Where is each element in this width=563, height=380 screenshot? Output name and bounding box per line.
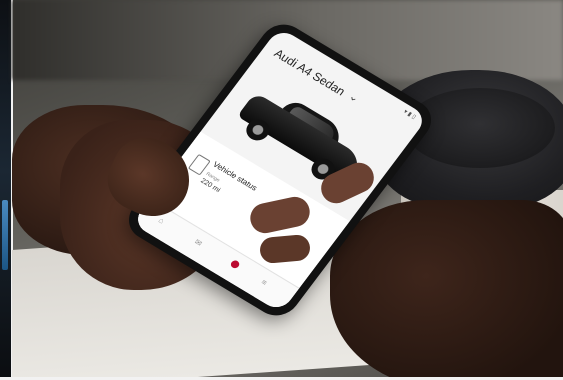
right-hand <box>330 200 563 380</box>
chevron-down-icon[interactable]: ⌄ <box>346 90 362 105</box>
status-bar: ▾ ▮ ▯ <box>402 109 417 121</box>
location-icon[interactable] <box>229 259 241 270</box>
home-icon[interactable]: ⌂ <box>157 216 167 226</box>
photo-scene: ▾ ▮ ▯ Audi A4 Sedan ⌄ Vehicle status Ran… <box>0 0 563 380</box>
menu-icon[interactable]: ≡ <box>259 278 268 288</box>
key-icon[interactable]: ✉ <box>193 237 204 248</box>
